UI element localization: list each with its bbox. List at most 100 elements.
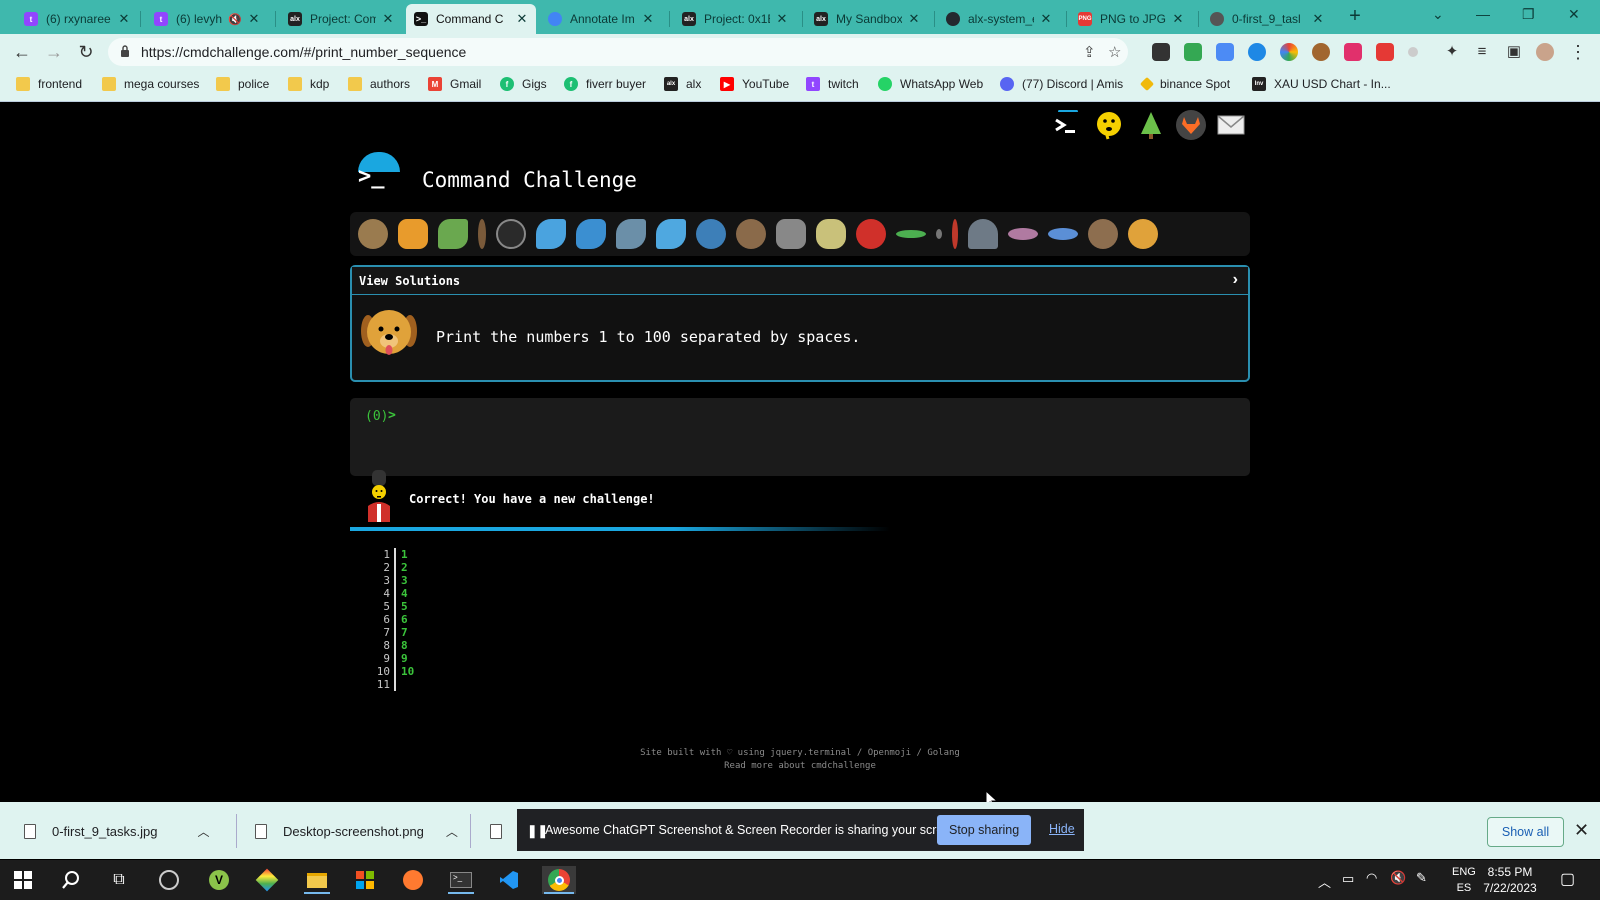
fish-icon[interactable]: [656, 219, 686, 249]
caterpillar-icon[interactable]: [438, 219, 468, 249]
obs-icon[interactable]: [154, 866, 184, 894]
notifications-icon[interactable]: ▢: [1560, 869, 1575, 889]
stick-insect-icon[interactable]: [952, 219, 958, 249]
view-solutions-toggle[interactable]: View Solutions ›: [352, 267, 1248, 295]
battery-icon[interactable]: ▭: [1342, 871, 1354, 887]
windows-start-icon[interactable]: [8, 866, 38, 894]
back-button[interactable]: ←: [10, 40, 34, 64]
reload-button[interactable]: ↻: [74, 40, 98, 64]
close-icon[interactable]: ✕: [642, 11, 654, 27]
footer-about-link[interactable]: Read more about cmdchallenge: [0, 760, 1600, 773]
translate-extension-icon[interactable]: [1216, 43, 1234, 61]
stop-sharing-button[interactable]: Stop sharing: [937, 815, 1032, 845]
bee-icon[interactable]: [816, 219, 846, 249]
tab-2[interactable]: t (6) levyh 🔇 ✕: [146, 4, 268, 34]
fly-icon[interactable]: [968, 219, 998, 249]
task-view-icon[interactable]: ⧉: [104, 866, 134, 894]
close-icon[interactable]: ✕: [382, 11, 394, 27]
tab-1[interactable]: t (6) rxynaree ✕: [16, 4, 138, 34]
profile-avatar[interactable]: [1536, 43, 1554, 61]
extension-icon[interactable]: [1248, 43, 1266, 61]
dog-icon[interactable]: [1128, 219, 1158, 249]
tab-4-active[interactable]: >_ Command C ✕: [406, 4, 536, 34]
forward-button[interactable]: →: [42, 40, 66, 64]
bookmark-xau-usd[interactable]: Inv XAU USD Chart - In...: [1252, 77, 1391, 91]
chrome-taskbar-icon[interactable]: [542, 866, 576, 894]
tab-8[interactable]: alx-system_e ✕: [938, 4, 1060, 34]
new-tab-button[interactable]: +: [1343, 5, 1367, 29]
bookmark-star-icon[interactable]: ☆: [1108, 43, 1121, 61]
tropical-fish-icon[interactable]: [696, 219, 726, 249]
tab-5[interactable]: Annotate Im ✕: [540, 4, 662, 34]
media-control-icon[interactable]: ≡: [1470, 40, 1494, 64]
terminal-input-area[interactable]: (0) >: [350, 398, 1250, 476]
ant-icon[interactable]: [478, 219, 486, 249]
ladybug-icon[interactable]: [856, 219, 886, 249]
vscode-icon[interactable]: [494, 866, 524, 894]
close-icon[interactable]: ✕: [248, 11, 260, 27]
bookmark-twitch[interactable]: t twitch: [806, 77, 859, 91]
pen-icon[interactable]: ✎: [1416, 870, 1427, 886]
shield-extension-icon[interactable]: [1184, 43, 1202, 61]
close-icon[interactable]: ✕: [1172, 11, 1184, 27]
thinking-emoji-icon[interactable]: [1094, 110, 1124, 140]
bookmark-discord[interactable]: (77) Discord | Amis: [1000, 77, 1123, 91]
hide-banner-link[interactable]: Hide: [1049, 822, 1075, 836]
monkey-icon[interactable]: [1088, 219, 1118, 249]
share-icon[interactable]: ⇪: [1083, 43, 1096, 61]
tab-10[interactable]: 0-first_9_tasl ✕: [1202, 4, 1332, 34]
extension-icon[interactable]: [1408, 47, 1418, 57]
bookmark-mega-courses[interactable]: mega courses: [102, 77, 199, 91]
git-icon[interactable]: [252, 866, 282, 894]
show-all-downloads-button[interactable]: Show all: [1487, 817, 1564, 847]
vim-icon[interactable]: V: [204, 866, 234, 894]
hedgehog-icon[interactable]: [736, 219, 766, 249]
spider-web-icon[interactable]: [496, 219, 526, 249]
snake-icon[interactable]: [1008, 228, 1038, 240]
restore-icon[interactable]: ❐: [1522, 6, 1535, 23]
gitlab-icon[interactable]: [1176, 110, 1206, 140]
bookmark-gigs[interactable]: f Gigs: [500, 77, 547, 91]
close-icon[interactable]: ✕: [516, 11, 528, 27]
wifi-icon[interactable]: ◠: [1366, 870, 1377, 886]
close-icon[interactable]: ✕: [908, 11, 920, 27]
minimize-icon[interactable]: —: [1476, 6, 1490, 22]
download-item[interactable]: 0-first_9_tasks.jpg ︿: [24, 816, 210, 846]
tab-9[interactable]: PNG PNG to JPG ✕: [1070, 4, 1192, 34]
microbe-icon[interactable]: [1048, 228, 1078, 240]
tree-icon[interactable]: [1136, 110, 1166, 140]
tab-search-icon[interactable]: ⌄: [1432, 6, 1444, 23]
snail-icon[interactable]: [358, 219, 388, 249]
close-icon[interactable]: ✕: [1574, 820, 1589, 841]
download-item[interactable]: Desktop-screenshot.png ︿: [255, 816, 458, 846]
tab-7[interactable]: alx My Sandbox ✕: [806, 4, 928, 34]
bookmark-gmail[interactable]: M Gmail: [428, 77, 481, 91]
recorder-extension-icon[interactable]: [1376, 43, 1394, 61]
chevron-up-icon[interactable]: ︿: [198, 823, 210, 840]
instagram-extension-icon[interactable]: [1344, 43, 1362, 61]
mail-icon[interactable]: [1216, 110, 1246, 140]
bookmark-fiverr-buyer[interactable]: f fiverr buyer: [564, 77, 646, 91]
shark-icon[interactable]: [616, 219, 646, 249]
draw-app-icon[interactable]: [398, 866, 428, 894]
cookie-extension-icon[interactable]: [1312, 43, 1330, 61]
footer-credits[interactable]: Site built with ♡ using jquery.terminal …: [0, 747, 1600, 760]
address-bar[interactable]: https://cmdchallenge.com/#/print_number_…: [108, 38, 1128, 66]
file-explorer-icon[interactable]: [302, 866, 332, 894]
puzzle-extensions-icon[interactable]: ✦: [1440, 40, 1464, 64]
speaker-muted-icon[interactable]: 🔇: [228, 13, 242, 26]
terminal-app-icon[interactable]: >_: [446, 866, 476, 894]
whale-icon[interactable]: [536, 219, 566, 249]
close-icon[interactable]: ✕: [1312, 11, 1324, 27]
system-clock[interactable]: 8:55 PM 7/22/2023: [1470, 864, 1550, 896]
microsoft-store-icon[interactable]: [350, 866, 380, 894]
bookmark-whatsapp[interactable]: WhatsApp Web: [878, 77, 983, 91]
bookmark-binance[interactable]: binance Spot: [1139, 76, 1230, 92]
wolf-icon[interactable]: [776, 219, 806, 249]
chevron-up-icon[interactable]: ︿: [446, 823, 458, 840]
mosquito-icon[interactable]: [936, 229, 942, 239]
close-icon[interactable]: ✕: [118, 11, 130, 27]
menu-kebab-icon[interactable]: ⋮: [1566, 40, 1590, 64]
show-hidden-icons-chevron[interactable]: ︿: [1318, 872, 1331, 891]
download-item-partial[interactable]: [490, 816, 518, 846]
